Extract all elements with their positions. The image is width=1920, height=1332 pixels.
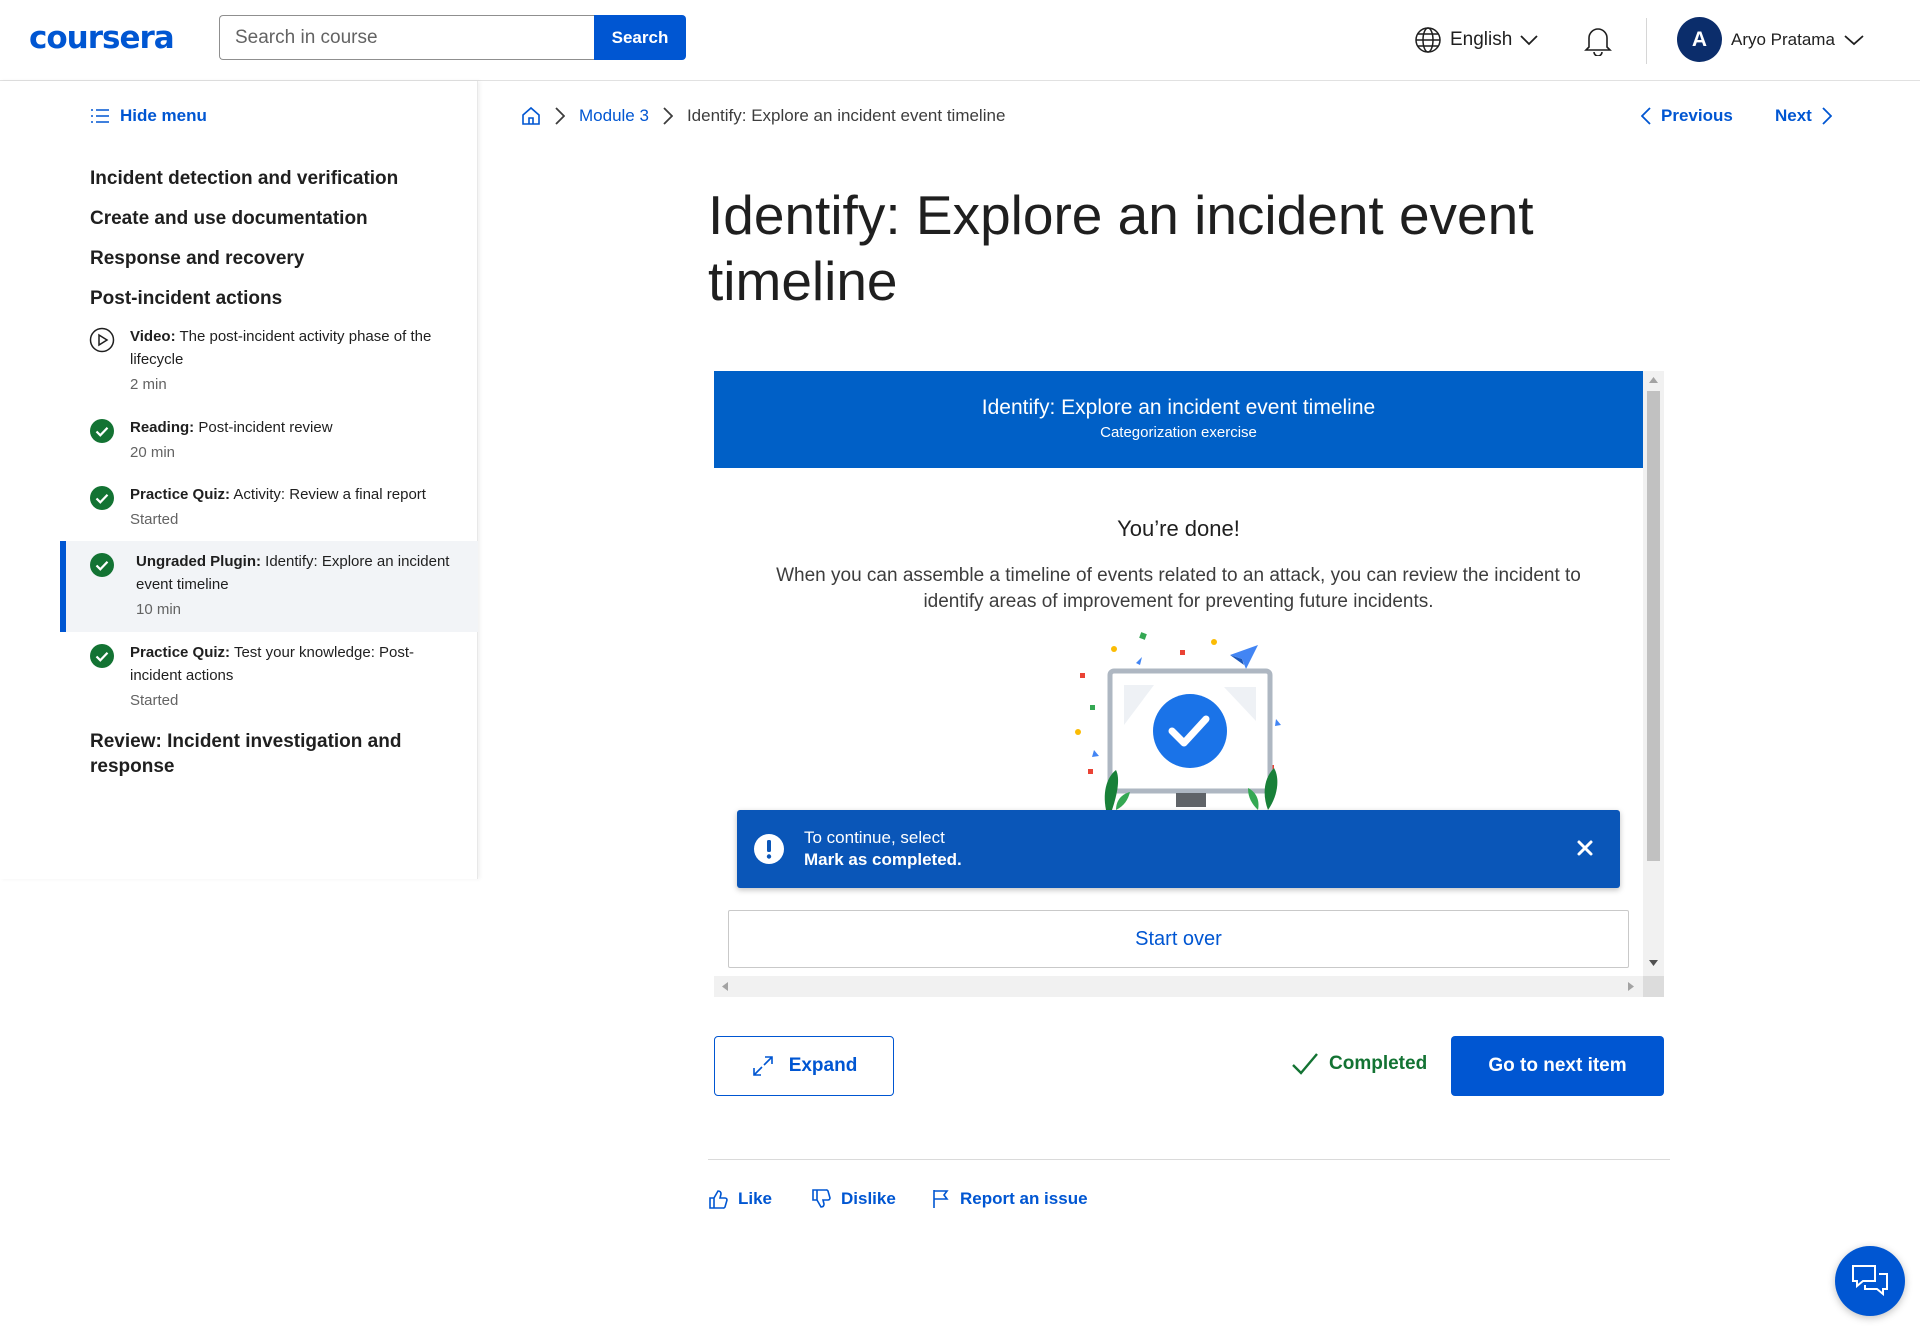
item-title: Post-incident review [198,419,333,436]
chevron-down-icon [1844,34,1864,45]
item-meta: 20 min [130,444,176,461]
scroll-right-icon[interactable] [1628,982,1634,991]
done-text: When you can assemble a timeline of even… [776,565,1581,612]
completion-illustration [1075,632,1281,810]
hide-menu-button[interactable]: Hide menu [90,106,207,126]
toast-emphasis: Mark as completed. [804,850,962,869]
breadcrumb: Module 3 Identify: Explore an incident e… [521,106,1005,126]
thumbs-up-icon [709,1190,728,1209]
report-issue-button[interactable]: Report an issue [932,1189,1088,1209]
search-button[interactable]: Search [594,15,686,60]
start-over-button[interactable]: Start over [728,910,1629,968]
completed-status: Completed [1291,1052,1427,1076]
previous-label: Previous [1661,106,1733,125]
home-icon[interactable] [521,106,541,126]
plugin-title: Identify: Explore an incident event time… [981,396,1376,419]
go-to-next-item-button[interactable]: Go to next item [1451,1036,1664,1096]
globe-icon [1415,27,1441,53]
next-button[interactable]: Next [1775,106,1832,126]
hide-menu-label: Hide menu [120,106,207,125]
dislike-label: Dislike [841,1189,896,1208]
check-circle-icon [90,486,114,510]
vertical-scrollbar[interactable] [1643,371,1664,997]
dislike-button[interactable]: Dislike [811,1189,896,1209]
scrollbar-corner [1643,976,1664,997]
toast-text: To continue, select [804,828,945,847]
chevron-right-icon [555,107,565,125]
sidebar-item-video[interactable]: Video: The post-incident activity phase … [60,325,478,396]
chevron-right-icon [1822,107,1832,125]
sidebar-item-ungraded-plugin[interactable]: Ungraded Plugin: Identify: Explore an in… [60,541,478,632]
completed-label: Completed [1329,1053,1428,1074]
item-type: Practice Quiz: [130,644,231,661]
item-type: Reading: [130,419,195,436]
module-link[interactable]: Post-incident actions [90,286,430,311]
item-type: Practice Quiz: [130,486,231,503]
check-circle-icon [90,419,114,443]
scroll-left-icon[interactable] [722,982,728,991]
module-link[interactable]: Incident detection and verification [90,166,430,191]
item-type: Video: [130,328,176,345]
header-divider [1646,18,1647,64]
search-input[interactable] [219,15,594,60]
expand-icon [752,1056,773,1076]
horizontal-scrollbar[interactable] [714,976,1643,997]
plugin-frame: Identify: Explore an incident event time… [714,371,1664,997]
course-sidebar: Hide menu Incident detection and verific… [0,81,478,879]
plugin-subtitle: Categorization exercise [1100,424,1257,441]
sidebar-item-practice-quiz[interactable]: Practice Quiz: Activity: Review a final … [60,483,478,531]
item-type: Ungraded Plugin: [136,553,261,570]
plugin-header: Identify: Explore an incident event time… [714,371,1643,468]
expand-button[interactable]: Expand [714,1036,894,1096]
item-title: The post-incident activity phase of the … [130,328,432,368]
check-circle-icon [90,644,114,668]
continue-toast: To continue, select Mark as completed. [737,810,1620,888]
chevron-right-icon [663,107,673,125]
like-button[interactable]: Like [708,1189,772,1209]
module-link[interactable]: Create and use documentation [90,206,430,231]
close-icon[interactable] [1571,834,1599,862]
report-label: Report an issue [960,1189,1088,1208]
item-title: Activity: Review a final report [233,486,426,503]
item-meta: Started [130,692,179,709]
previous-button[interactable]: Previous [1641,106,1733,126]
scrollbar-thumb[interactable] [1647,391,1660,861]
like-label: Like [738,1189,773,1208]
sidebar-item-practice-quiz[interactable]: Practice Quiz: Test your knowledge: Post… [60,641,478,712]
breadcrumb-module[interactable]: Module 3 [579,106,649,126]
coursera-logo[interactable]: coursera [29,20,175,56]
next-label: Next [1775,106,1812,125]
item-meta: Started [130,511,179,528]
chevron-down-icon [1520,35,1538,46]
alert-icon [754,834,784,864]
checkmark-icon [1292,1053,1318,1075]
breadcrumb-current: Identify: Explore an incident event time… [686,106,1006,125]
scroll-up-icon[interactable] [1649,377,1658,383]
sidebar-item-reading[interactable]: Reading: Post-incident review 20 min [60,416,478,464]
user-name: Aryo Pratama [1731,29,1835,49]
user-menu[interactable]: A Aryo Pratama [1677,17,1864,62]
language-label: English [1450,29,1513,50]
list-icon [91,109,109,123]
divider [708,1159,1670,1160]
thumbs-down-icon [812,1189,831,1208]
language-selector[interactable]: English [1414,26,1538,54]
done-title: You’re done! [1117,516,1240,541]
avatar: A [1677,17,1722,62]
item-meta: 2 min [130,376,167,393]
module-link[interactable]: Response and recovery [90,246,430,271]
play-circle-icon [89,327,115,353]
expand-label: Expand [788,1055,858,1076]
module-link[interactable]: Review: Incident investigation and respo… [90,729,430,779]
page-title: Identify: Explore an incident event time… [708,184,1534,312]
chat-icon [1852,1265,1888,1297]
check-circle-icon [90,553,114,577]
chevron-left-icon [1641,107,1651,125]
top-header: coursera Search English A Aryo Pratama [0,0,1920,81]
bell-icon[interactable] [1583,24,1613,56]
flag-icon [933,1190,949,1208]
chat-button[interactable] [1835,1246,1905,1316]
scroll-down-icon[interactable] [1649,960,1658,966]
item-meta: 10 min [136,601,182,618]
